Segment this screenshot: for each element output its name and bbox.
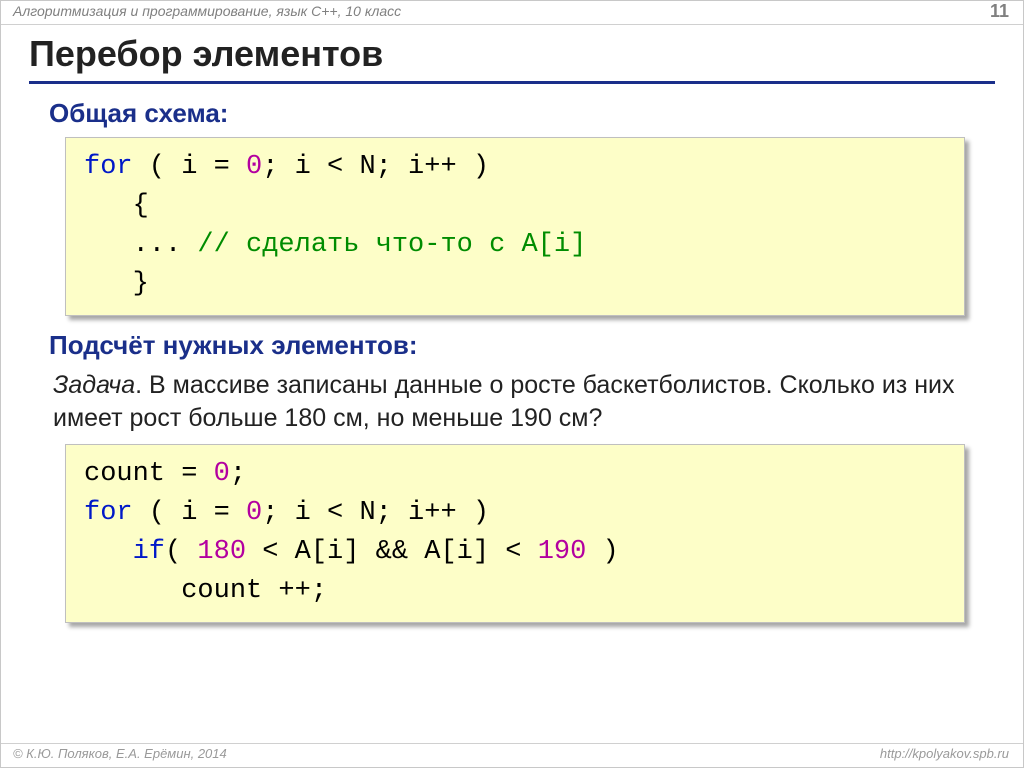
- c2-count-d: ;: [230, 459, 246, 489]
- c2-for-b: =: [214, 498, 230, 528]
- task-lead: Задача: [53, 371, 135, 399]
- slide-content: Перебор элементов Общая схема: for ( i =…: [29, 29, 995, 631]
- footer-right: http://kpolyakov.spb.ru: [880, 746, 1009, 761]
- slide-title: Перебор элементов: [29, 33, 995, 84]
- section1-heading: Общая схема:: [49, 98, 995, 129]
- task-text: Задача. В массиве записаны данные о рост…: [53, 369, 995, 437]
- footer-left: © К.Ю. Поляков, Е.А. Ерёмин, 2014: [13, 746, 227, 761]
- header-bar: Алгоритмизация и программирование, язык …: [1, 1, 1023, 25]
- code1: for ( i = 0; i < N; i++ ) { ... // сдела…: [84, 148, 946, 305]
- kw-for: for: [84, 152, 133, 182]
- c2-for-c: ; i: [262, 498, 311, 528]
- codebox1-wrap: for ( i = 0; i < N; i++ ) { ... // сдела…: [65, 137, 995, 316]
- c2-if: if: [84, 537, 165, 567]
- code1-lt: <: [327, 152, 343, 182]
- codebox2: count = 0; for ( i = 0; i < N; i++ ) if(…: [65, 444, 965, 623]
- c2-count-b: =: [181, 459, 197, 489]
- course-label: Алгоритмизация и программирование, язык …: [13, 3, 401, 19]
- c2-for-zero: 0: [246, 498, 262, 528]
- c2-if-a: (: [165, 537, 197, 567]
- c2-for-d: <: [327, 498, 343, 528]
- code1-mid: ; i: [262, 152, 311, 182]
- code2: count = 0; for ( i = 0; i < N; i++ ) if(…: [84, 455, 946, 612]
- section2-heading: Подсчёт нужных элементов:: [49, 330, 995, 361]
- c2-if-e: ): [586, 537, 618, 567]
- code1-comment: // сделать что-то c A[i]: [197, 230, 586, 260]
- c2-if-d: <: [505, 537, 521, 567]
- c2-count-a: count: [84, 459, 165, 489]
- slide: Алгоритмизация и программирование, язык …: [0, 0, 1024, 768]
- page-number: 11: [990, 1, 1009, 22]
- c2-for-a: ( i: [133, 498, 198, 528]
- c2-180: 180: [197, 537, 246, 567]
- c2-for: for: [84, 498, 133, 528]
- c2-if-b: <: [262, 537, 278, 567]
- code1-eq: =: [214, 152, 230, 182]
- c2-if-c: A[i] && A[i]: [295, 537, 489, 567]
- c2-190: 190: [538, 537, 587, 567]
- code1-ellipsis: ...: [84, 230, 197, 260]
- codebox1: for ( i = 0; i < N; i++ ) { ... // сдела…: [65, 137, 965, 316]
- code1-open: ( i: [133, 152, 198, 182]
- codebox2-wrap: count = 0; for ( i = 0; i < N; i++ ) if(…: [65, 444, 995, 623]
- code1-brace-open: {: [84, 191, 149, 221]
- code1-n: N; i++ ): [359, 152, 489, 182]
- task-body: . В массиве записаны данные о росте баск…: [53, 371, 954, 433]
- footer-bar: © К.Ю. Поляков, Е.А. Ерёмин, 2014 http:/…: [1, 743, 1023, 767]
- code1-brace-close: }: [84, 269, 149, 299]
- code1-zero: 0: [246, 152, 262, 182]
- c2-for-e: N; i++ ): [359, 498, 489, 528]
- c2-count-c: 0: [214, 459, 230, 489]
- c2-body: count ++;: [84, 576, 327, 606]
